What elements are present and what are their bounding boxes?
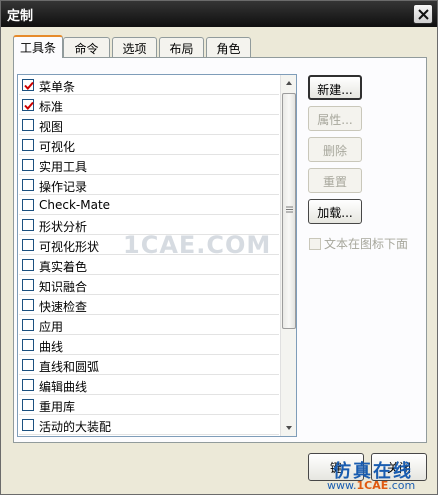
- scroll-down-button[interactable]: [281, 419, 296, 436]
- logo-url-brand: 1CAE: [356, 479, 389, 492]
- toolbar-checkbox[interactable]: [22, 339, 34, 351]
- toolbar-checkbox[interactable]: [22, 179, 34, 191]
- tab-label: 角色: [216, 42, 241, 56]
- toolbar-item-label: 菜单条: [39, 80, 76, 94]
- grip-icon: [286, 206, 293, 213]
- toolbar-list-item[interactable]: 操作记录: [19, 175, 279, 195]
- dialog-title: 定制: [7, 9, 34, 24]
- title-bar[interactable]: 定制: [1, 1, 437, 27]
- toolbar-checkbox[interactable]: [22, 159, 34, 171]
- toolbar-item-label: 活动的大装配: [39, 420, 112, 434]
- toolbar-item-label: 曲线: [39, 340, 64, 354]
- toolbar-list-item[interactable]: 实用工具: [19, 155, 279, 175]
- toolbar-item-label: 快速检查: [39, 300, 88, 314]
- toolbar-list-item[interactable]: 重用库: [19, 395, 279, 415]
- toolbar-list-item[interactable]: 曲线: [19, 335, 279, 355]
- toolbar-checkbox[interactable]: [22, 359, 34, 371]
- logo-url: www.1CAE.com: [327, 479, 415, 492]
- toolbar-item-label: 实用工具: [39, 160, 88, 174]
- vertical-scrollbar[interactable]: [280, 75, 296, 436]
- reset-button[interactable]: 重置: [308, 168, 362, 193]
- toolbar-list-item[interactable]: 应用: [19, 315, 279, 335]
- toolbar-item-label: Check-Mate: [39, 198, 111, 212]
- properties-button[interactable]: 属性...: [308, 106, 362, 131]
- tab-label: 选项: [122, 42, 147, 56]
- toolbar-checkbox[interactable]: [22, 219, 34, 231]
- toolbar-list-item[interactable]: 活动的大装配: [19, 415, 279, 435]
- toolbar-item-label: 操作记录: [39, 180, 88, 194]
- scroll-up-button[interactable]: [281, 75, 296, 92]
- toolbar-item-label: 形状分析: [39, 220, 88, 234]
- toolbar-item-label: 真实着色: [39, 260, 88, 274]
- scroll-up-icon: [286, 81, 292, 85]
- delete-button-label: 删除: [322, 144, 347, 158]
- logo-url-prefix: www.: [327, 479, 357, 492]
- tab-toolbars[interactable]: 工具条: [13, 35, 63, 58]
- toolbar-checkbox[interactable]: [22, 259, 34, 271]
- site-logo: 仿真在线 www.1CAE.com: [319, 455, 437, 495]
- close-icon: [418, 9, 429, 20]
- new-button-label: 新建...: [317, 83, 353, 97]
- tab-roles[interactable]: 角色: [206, 37, 251, 57]
- toolbar-list-item[interactable]: 视图: [19, 115, 279, 135]
- toolbar-item-label: 直线和圆弧: [39, 360, 100, 374]
- load-button[interactable]: 加载...: [308, 199, 362, 224]
- reset-button-label: 重置: [322, 175, 347, 189]
- toolbar-item-label: 视图: [39, 120, 64, 134]
- logo-url-suffix: .com: [388, 479, 416, 492]
- toolbar-item-label: 标准: [39, 100, 64, 114]
- tab-label: 工具条: [19, 41, 56, 55]
- toolbar-checkbox[interactable]: [22, 399, 34, 411]
- toolbar-item-label: 编辑曲线: [39, 380, 88, 394]
- toolbar-checkbox[interactable]: [22, 79, 34, 91]
- toolbar-item-label: 可视化形状: [39, 240, 100, 254]
- toolbar-list-item[interactable]: 编辑曲线: [19, 375, 279, 395]
- properties-button-label: 属性...: [317, 113, 353, 127]
- delete-button[interactable]: 删除: [308, 137, 362, 162]
- customize-dialog: 定制 工具条 命令 选项 布局 角色 菜单条标准视图可视化实用工具操作记录 Che…: [0, 0, 438, 495]
- tab-label: 布局: [169, 42, 194, 56]
- toolbar-item-label: 重用库: [39, 400, 76, 414]
- toolbar-list-item[interactable]: 菜单条: [19, 75, 279, 95]
- toolbar-checkbox[interactable]: [22, 119, 34, 131]
- check-icon: [24, 101, 34, 110]
- toolbar-checkbox[interactable]: [22, 139, 34, 151]
- toolbar-checkbox[interactable]: [22, 239, 34, 251]
- scroll-down-icon: [286, 426, 292, 430]
- new-button[interactable]: 新建...: [308, 75, 362, 100]
- toolbar-list-item[interactable]: 可视化: [19, 135, 279, 155]
- watermark: 1CAE.COM: [123, 231, 272, 259]
- toolbar-checkbox[interactable]: [22, 419, 34, 431]
- toolbar-list-item[interactable]: 标准: [19, 95, 279, 115]
- toolbar-checkbox[interactable]: [22, 299, 34, 311]
- toolbar-list-item[interactable]: 快速检查: [19, 295, 279, 315]
- load-button-label: 加载...: [317, 206, 353, 220]
- toolbar-checkbox[interactable]: [22, 319, 34, 331]
- toolbar-list-item[interactable]: 知识融合: [19, 275, 279, 295]
- close-button[interactable]: [413, 4, 433, 24]
- toolbar-checkbox[interactable]: [22, 199, 34, 211]
- tab-options[interactable]: 选项: [112, 37, 157, 57]
- toolbar-item-label: 应用: [39, 320, 64, 334]
- check-icon: [24, 81, 34, 90]
- tab-commands[interactable]: 命令: [63, 37, 110, 57]
- toolbar-list-item[interactable]: 直线和圆弧: [19, 355, 279, 375]
- toolbar-checkbox[interactable]: [22, 99, 34, 111]
- text-below-icon-checkbox[interactable]: [309, 238, 321, 250]
- tab-layout[interactable]: 布局: [159, 37, 204, 57]
- toolbar-checkbox[interactable]: [22, 279, 34, 291]
- toolbar-item-label: 知识融合: [39, 280, 88, 294]
- text-below-icon-option[interactable]: 文本在图标下面: [309, 235, 408, 252]
- toolbar-checkbox[interactable]: [22, 379, 34, 391]
- scroll-thumb[interactable]: [282, 93, 296, 329]
- toolbar-list-item[interactable]: Check-Mate: [19, 195, 279, 215]
- text-below-icon-label: 文本在图标下面: [324, 237, 409, 251]
- tab-label: 命令: [74, 42, 99, 56]
- toolbar-item-label: 可视化: [39, 140, 76, 154]
